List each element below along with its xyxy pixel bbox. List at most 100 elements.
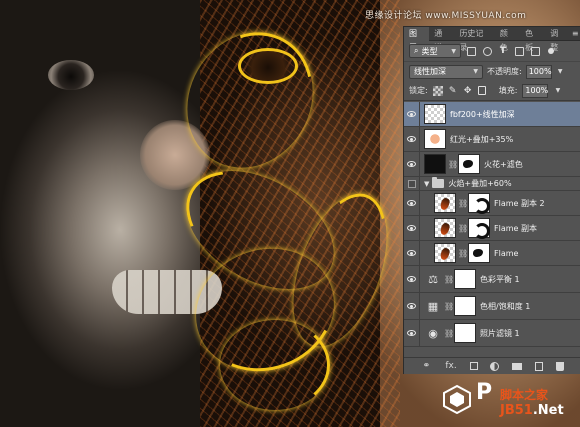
layer-row[interactable]: ◉ ⛓ 照片滤镜 1 <box>404 320 580 347</box>
watermark-text: 思缘设计论坛 www.MISSYUAN.com <box>365 11 527 21</box>
folder-icon <box>432 177 445 188</box>
panel-tabs: 图层 通道 历史记录 颜色 色板 调整 ≡ <box>404 26 580 52</box>
delete-layer-icon[interactable] <box>555 361 564 371</box>
layer-thumbnail <box>424 104 446 124</box>
link-icon: ⛓ <box>444 328 455 338</box>
new-layer-icon[interactable] <box>534 361 543 371</box>
tab-adjustments[interactable]: 调整 <box>545 27 570 52</box>
layer-mask-thumbnail[interactable] <box>468 243 490 263</box>
new-adjustment-icon[interactable] <box>490 361 500 371</box>
link-icon: ⛓ <box>458 248 469 258</box>
visibility-toggle[interactable] <box>404 127 420 151</box>
search-icon: ⌕ <box>414 46 419 55</box>
lock-all-icon[interactable] <box>477 86 486 95</box>
layer-row[interactable]: ⛓ Flame 副本 <box>404 216 580 241</box>
filter-pixel-icon[interactable] <box>465 45 477 57</box>
tab-layers[interactable]: 图层 <box>404 26 430 52</box>
layer-mask-thumbnail[interactable] <box>454 269 476 289</box>
layer-row[interactable]: ⛓ Flame 副本 2 <box>404 191 580 216</box>
layer-row[interactable]: ▦ ⛓ 色相/饱和度 1 <box>404 293 580 320</box>
visibility-toggle[interactable] <box>404 177 420 190</box>
left-eye <box>48 60 94 90</box>
layer-row[interactable]: 红光+叠加+35% <box>404 127 580 152</box>
visibility-toggle[interactable] <box>404 191 420 215</box>
visibility-toggle[interactable] <box>404 216 420 240</box>
layer-mask-thumbnail[interactable] <box>458 154 480 174</box>
layer-name: 色相/饱和度 1 <box>480 301 531 311</box>
layer-thumbnail <box>424 129 446 149</box>
layer-name: 火花+滤色 <box>484 159 523 169</box>
ps-logo-letter: P <box>476 380 493 405</box>
link-icon: ⛓ <box>458 198 469 208</box>
eye-icon <box>407 303 416 309</box>
opacity-field[interactable]: 100% <box>525 64 552 79</box>
layer-row[interactable]: ⚖ ⛓ 色彩平衡 1 <box>404 266 580 293</box>
filter-smart-object-icon[interactable] <box>529 45 541 57</box>
fill-label: 填充: <box>498 86 518 95</box>
lock-row: 锁定: ✎ ✥ 填充: 100% ▼ <box>404 81 580 101</box>
fill-slider-toggle[interactable]: ▼ <box>553 84 562 98</box>
visibility-toggle[interactable] <box>404 241 420 265</box>
layer-mask-thumbnail[interactable] <box>454 323 476 343</box>
lock-label: 锁定: <box>409 86 428 95</box>
add-mask-icon[interactable] <box>469 362 478 370</box>
hue-saturation-icon: ▦ <box>427 299 439 313</box>
link-icon: ⛓ <box>448 159 459 169</box>
hidden-checkbox-icon <box>407 179 416 188</box>
layer-group-row[interactable]: ▼ 火焰+叠加+60% <box>404 177 580 191</box>
filter-toggle-icon[interactable] <box>545 45 557 57</box>
tab-history[interactable]: 历史记录 <box>454 27 494 52</box>
tab-swatches[interactable]: 色板 <box>520 27 545 52</box>
blend-mode-value: 线性加深 <box>414 67 446 76</box>
color-balance-icon: ⚖ <box>428 272 438 286</box>
fill-field[interactable]: 100% <box>522 83 549 98</box>
fx-icon[interactable]: fx. <box>445 361 457 371</box>
filter-kind-label: 类型 <box>421 46 438 56</box>
visibility-toggle[interactable] <box>404 293 420 319</box>
layer-row[interactable]: ⛓ 火花+滤色 <box>404 152 580 177</box>
eye-icon <box>407 330 416 336</box>
ps-logo-icon <box>443 384 471 414</box>
lock-transparency-icon[interactable] <box>432 85 443 96</box>
opacity-slider-toggle[interactable]: ▼ <box>556 65 565 79</box>
link-layers-icon[interactable]: ⚭ <box>420 361 432 371</box>
filter-adjustment-icon[interactable] <box>481 45 493 57</box>
filter-shape-icon[interactable] <box>513 45 525 57</box>
link-icon: ⛓ <box>444 301 455 311</box>
link-icon: ⛓ <box>444 274 455 284</box>
visibility-toggle[interactable] <box>404 152 420 176</box>
lock-pixels-icon[interactable]: ✎ <box>448 86 458 96</box>
eye-icon <box>407 276 416 282</box>
lock-position-icon[interactable]: ✥ <box>463 86 473 96</box>
eye-icon <box>407 111 416 117</box>
layers-bottom-toolbar: ⚭ fx. <box>404 357 580 374</box>
layer-name: 照片滤镜 1 <box>480 328 520 338</box>
eye-icon <box>407 136 416 142</box>
visibility-toggle[interactable] <box>404 266 420 292</box>
blend-row: 线性加深 ▼ 不透明度: 100% ▼ <box>404 61 580 81</box>
layers-list: fbf200+线性加深 红光+叠加+35% ⛓ 火花+滤色 ▼ 火焰+叠加+60… <box>404 102 580 357</box>
visibility-toggle[interactable] <box>404 320 420 346</box>
layer-row[interactable]: fbf200+线性加深 <box>404 102 580 127</box>
layers-panel: 图层 通道 历史记录 颜色 色板 调整 ≡ ⌕ 类型 ▼ T 线性加深 ▼ 不透… <box>403 26 580 374</box>
tab-color[interactable]: 颜色 <box>495 27 520 52</box>
chevron-down-icon[interactable]: ▼ <box>424 180 429 188</box>
layer-thumbnail <box>434 218 456 238</box>
filter-kind-dropdown[interactable]: ⌕ 类型 ▼ <box>409 44 461 58</box>
layer-thumbnail <box>434 243 456 263</box>
link-icon: ⛓ <box>458 223 469 233</box>
filter-type-icon[interactable]: T <box>497 45 509 57</box>
eye-icon <box>407 225 416 231</box>
layer-name: Flame 副本 2 <box>494 198 545 208</box>
layer-name: 色彩平衡 1 <box>480 274 520 284</box>
layer-mask-thumbnail[interactable] <box>468 218 490 239</box>
visibility-toggle[interactable] <box>404 102 420 126</box>
tab-channels[interactable]: 通道 <box>429 27 454 52</box>
layer-mask-thumbnail[interactable] <box>468 193 490 214</box>
panel-menu-icon[interactable]: ≡ <box>571 29 580 38</box>
new-group-icon[interactable] <box>512 362 523 370</box>
layer-row[interactable]: ⛓ Flame <box>404 241 580 266</box>
blend-mode-dropdown[interactable]: 线性加深 ▼ <box>409 64 483 79</box>
layer-mask-thumbnail[interactable] <box>454 296 476 316</box>
opacity-label: 不透明度: <box>487 67 522 76</box>
